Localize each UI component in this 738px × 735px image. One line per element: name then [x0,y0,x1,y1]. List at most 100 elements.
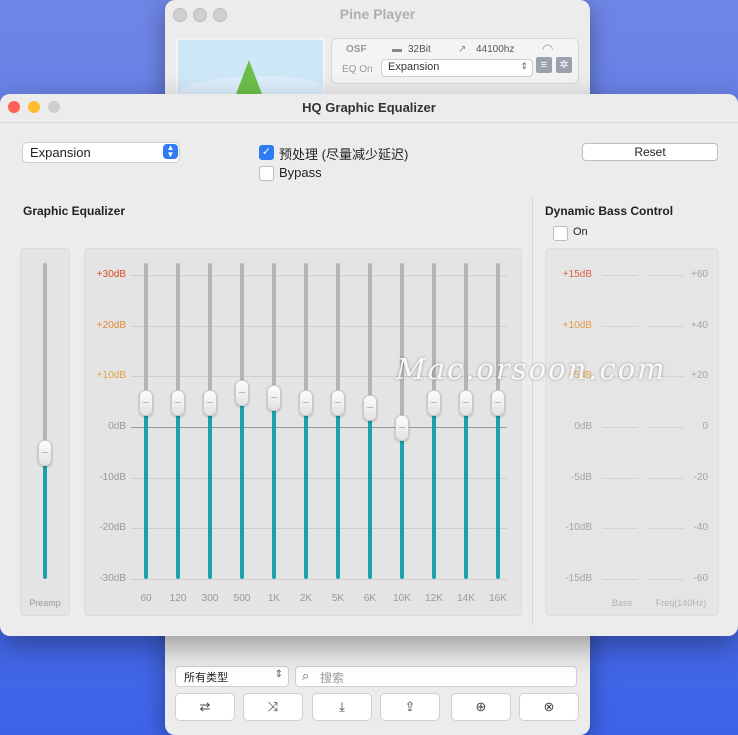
search-icon: ⌕ [302,668,310,683]
band-frequency-label: 10K [393,593,411,604]
gauge-icon: ◠ [542,41,554,56]
bass-gridline [602,275,638,276]
freq-scale-label: 0 [702,421,708,432]
band-level-fill [144,401,148,579]
repeat-button[interactable]: ⇄ [175,693,235,721]
freq-gridline [648,427,684,428]
type-filter-value: 所有类型 [184,672,228,684]
bypass-checkbox[interactable] [259,166,274,181]
bass-label: Bass [611,598,632,608]
equalizer-icon[interactable]: ≡ [536,57,552,73]
preamp-track [43,263,47,453]
pine-window-title: Pine Player [339,6,416,22]
band-knob[interactable] [267,384,281,411]
freq-gridline [648,528,684,530]
band-knob[interactable] [459,389,473,416]
preprocess-checkbox[interactable]: ✓ [259,145,274,160]
band-frequency-label: 300 [201,593,219,604]
bass-db-label: -15dB [565,573,592,584]
preamp-label: Preamp [29,598,61,608]
pine-eq-preset-value: Expansion [388,61,440,73]
band-level-fill [464,401,468,579]
bass-db-label: +15dB [562,269,592,280]
band-knob[interactable] [171,389,185,416]
preamp-panel: Preamp [20,248,70,616]
band-track [304,263,308,402]
pine-titlebar: Pine Player [165,0,590,30]
band-track [336,263,340,402]
band-frequency-label: 120 [169,593,187,604]
band-frequency-label: 14K [457,593,475,604]
remove-button[interactable]: ⊗ [519,693,579,721]
band-level-fill [432,401,436,579]
bass-db-label: 0dB [574,421,592,432]
add-file-icon: ⊕ [475,699,487,714]
bit-depth-label: 32Bit [408,44,431,55]
chevron-updown-icon: ▲ ▼ [163,144,178,159]
freq-scale-label: -20 [693,471,708,483]
band-level-fill [208,401,212,579]
band-knob[interactable] [427,389,441,416]
band-frequency-label: 5K [331,593,345,604]
add-file-button[interactable]: ⊕ [451,693,511,721]
band-sliders: 60 120 300 500 1K 2K 5K 6K 10K 12K 14K 16K [85,249,521,615]
band-track [240,263,244,392]
band-level-fill [304,401,308,579]
eq-window-title: HQ Graphic Equalizer [302,100,436,115]
band-level-fill [400,427,404,579]
reset-button[interactable]: Reset [582,143,718,161]
freq-gridline [648,325,684,327]
band-knob[interactable] [331,389,345,416]
band-frequency-label: 2K [299,593,313,604]
bass-gridline [602,528,638,530]
share-button[interactable]: ⇪ [380,693,440,721]
band-track [368,263,372,407]
search-input[interactable]: ⌕ 搜索 [295,666,577,687]
bass-freq-label: Freq(140Hz) [655,598,707,608]
band-knob[interactable] [363,394,377,421]
band-level-fill [272,396,276,579]
preset-select[interactable]: Expansion ▲ ▼ [22,142,180,163]
freq-gridline [648,477,684,479]
bass-on-checkbox[interactable] [553,226,568,241]
watermark-text: Mac.orsoon.com [396,352,667,386]
band-knob[interactable] [139,389,153,416]
samplerate-icon: ↗ [458,44,467,55]
graphic-equalizer-title: Graphic Equalizer [23,204,126,218]
preamp-knob[interactable] [38,440,52,467]
gear-icon[interactable]: ✲ [556,57,572,73]
band-knob[interactable] [299,389,313,416]
search-placeholder: 搜索 [320,671,345,685]
band-track [176,263,180,402]
type-filter-select[interactable]: 所有类型 ⇕ [175,666,289,687]
band-frequency-label: 16K [489,593,507,604]
preamp-slider[interactable] [21,249,69,615]
band-knob[interactable] [235,379,249,406]
shuffle-icon: ⤨ [267,699,279,714]
bass-db-label: -5dB [570,471,592,483]
bass-gridline [602,427,638,428]
format-label: OSF [346,44,367,55]
bass-on-label: On [573,226,588,238]
band-panel: +30dB +20dB +10dB 0dB -10dB -20dB -30dB 60 120 3… [84,248,522,616]
band-knob[interactable] [491,389,505,416]
band-frequency-label: 60 [140,593,152,604]
band-track [400,263,404,427]
bass-gridline [602,579,638,580]
band-frequency-label: 1K [267,593,281,604]
freq-gridline [648,579,684,580]
import-button[interactable]: ⤓ [312,693,372,721]
bass-db-label: -10dB [565,522,592,534]
share-icon: ⇪ [404,699,416,714]
bass-grid: +15dB +60 +10dB +40 +5dB +20 0dB 0 -5dB -20 -10dB -… [546,249,718,615]
freq-scale-label: -40 [693,522,708,534]
bass-gridline [602,325,638,327]
freq-gridline [648,275,684,276]
section-divider [532,197,533,625]
shuffle-button[interactable]: ⤨ [243,693,303,721]
band-track [272,263,276,397]
pine-eq-preset-select[interactable]: Expansion ⇕ [381,59,533,77]
band-knob[interactable] [203,389,217,416]
band-knob[interactable] [395,415,409,441]
band-frequency-label: 12K [425,593,443,604]
